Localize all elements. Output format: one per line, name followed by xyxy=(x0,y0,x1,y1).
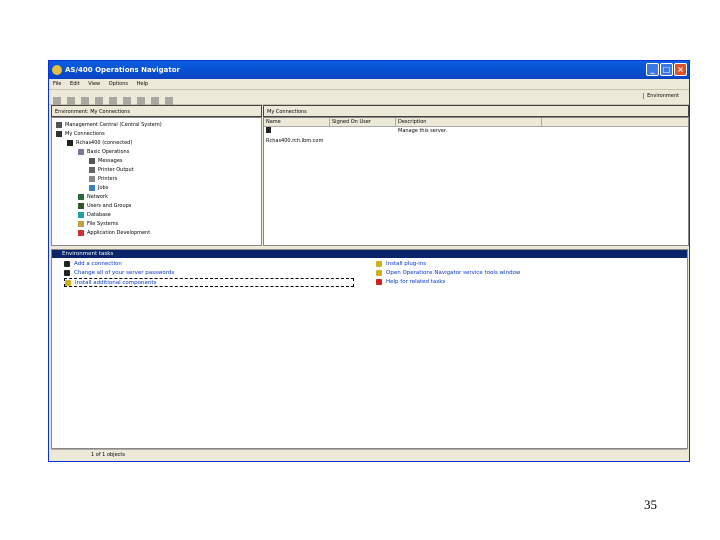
server-icon xyxy=(266,127,271,133)
tree-item-label: Management Central (Central System) xyxy=(65,122,162,128)
task-link[interactable]: Change all of your server passwords xyxy=(64,269,354,278)
tree-node-icon xyxy=(56,130,62,137)
properties-icon[interactable] xyxy=(123,97,131,105)
task-icon xyxy=(376,260,382,267)
task-link[interactable]: Add a connection xyxy=(64,260,354,269)
tree-item-label: My Connections xyxy=(65,131,105,137)
tree-item[interactable]: Basic Operations xyxy=(52,148,261,157)
tree-node-icon xyxy=(89,175,95,182)
tree-node-icon xyxy=(78,229,84,236)
connections-list: Name Signed On User Description Rchas400… xyxy=(263,117,689,246)
paste-icon[interactable] xyxy=(95,97,103,105)
tree-item-label: Rchas400 (connected) xyxy=(76,140,133,146)
menu-edit[interactable]: Edit xyxy=(70,81,80,87)
cut-icon[interactable] xyxy=(67,97,75,105)
row-name: Rchas400.rch.ibm.com xyxy=(266,138,324,144)
app-icon xyxy=(52,65,62,75)
tree-item[interactable]: Application Development xyxy=(52,229,261,238)
tree-node-icon xyxy=(89,184,95,191)
maximize-button[interactable]: □ xyxy=(660,63,673,76)
page-number: 35 xyxy=(644,497,657,512)
tree-item-label: Messages xyxy=(98,158,123,164)
tree-item[interactable]: Network xyxy=(52,193,261,202)
tree-item[interactable]: Jobs xyxy=(52,184,261,193)
environment-label: Environment xyxy=(643,93,679,99)
tree-item[interactable]: Management Central (Central System) xyxy=(52,121,261,130)
tree-item-label: File Systems xyxy=(87,221,119,227)
minimize-button[interactable]: _ xyxy=(646,63,659,76)
row-description: Manage this server. xyxy=(398,128,448,134)
tree-node-icon xyxy=(78,148,84,155)
task-label: Install plug-ins xyxy=(386,261,427,267)
menu-help[interactable]: Help xyxy=(137,81,148,87)
tree-item[interactable]: Printer Output xyxy=(52,166,261,175)
task-label: Open Operations Navigator service tools … xyxy=(386,270,521,276)
tree-item[interactable]: Rchas400 (connected) xyxy=(52,139,261,148)
tree-item[interactable]: Messages xyxy=(52,157,261,166)
tree-item[interactable]: Users and Groups xyxy=(52,202,261,211)
tree-node-icon xyxy=(78,211,84,218)
tree-item[interactable]: Printers xyxy=(52,175,261,184)
task-link[interactable]: Install plug-ins xyxy=(376,260,520,269)
menu-view[interactable]: View xyxy=(88,81,100,87)
tree-item-label: Application Development xyxy=(87,230,151,236)
task-label: Help for related tasks xyxy=(386,279,446,285)
view-icon[interactable] xyxy=(151,97,159,105)
column-name[interactable]: Name xyxy=(264,118,330,126)
tree-item[interactable]: My Connections xyxy=(52,130,261,139)
delete-icon[interactable] xyxy=(109,97,117,105)
tree-item[interactable]: File Systems xyxy=(52,220,261,229)
task-link[interactable]: Help for related tasks xyxy=(376,278,520,287)
tree-item-label: Printers xyxy=(98,176,118,182)
tree-node-icon xyxy=(78,193,84,200)
tree-item[interactable]: Database xyxy=(52,211,261,220)
task-link[interactable]: Install additional components xyxy=(64,278,354,287)
tree-node-icon xyxy=(78,220,84,227)
tree-item-label: Jobs xyxy=(98,185,109,191)
tree-node-icon xyxy=(89,166,95,173)
navigation-tree: Management Central (Central System) My Co… xyxy=(51,117,262,246)
list-header: Name Signed On User Description xyxy=(264,118,688,127)
tree-item-label: Printer Output xyxy=(98,167,134,173)
taskpad: Environment tasks Add a connection Change… xyxy=(51,249,688,449)
refresh-icon[interactable] xyxy=(137,97,145,105)
tree-item-label: Network xyxy=(87,194,108,200)
task-icon xyxy=(376,269,382,276)
task-label: Change all of your server passwords xyxy=(74,270,175,276)
tree-item-label: Basic Operations xyxy=(87,149,130,155)
operations-navigator-window: AS/400 Operations Navigator _ □ × File E… xyxy=(48,60,690,462)
tree-node-icon xyxy=(67,139,73,146)
task-link[interactable]: Open Operations Navigator service tools … xyxy=(376,269,520,278)
title-bar: AS/400 Operations Navigator _ □ × xyxy=(49,61,689,79)
tree-item-label: Database xyxy=(87,212,111,218)
column-description[interactable]: Description xyxy=(396,118,542,126)
taskpad-header: Environment tasks xyxy=(52,250,687,258)
stop-icon[interactable] xyxy=(165,97,173,105)
tree-item-label: Users and Groups xyxy=(87,203,132,209)
menu-file[interactable]: File xyxy=(53,81,61,87)
menu-bar: File Edit View Options Help xyxy=(49,79,689,89)
left-pane-header: Environment: My Connections xyxy=(51,105,262,117)
row-user xyxy=(330,127,396,136)
task-icon xyxy=(376,278,382,285)
connect-icon[interactable] xyxy=(53,97,61,105)
task-icon xyxy=(65,279,71,286)
task-icon xyxy=(64,269,70,276)
window-title: AS/400 Operations Navigator xyxy=(65,66,180,74)
list-row[interactable]: Rchas400.rch.ibm.com Manage this server. xyxy=(264,127,688,144)
task-icon xyxy=(64,260,70,267)
copy-icon[interactable] xyxy=(81,97,89,105)
tree-node-icon xyxy=(78,202,84,209)
status-bar: 1 of 1 objects xyxy=(51,449,687,459)
toolbar: Environment xyxy=(49,89,689,105)
tree-node-icon xyxy=(89,157,95,164)
close-button[interactable]: × xyxy=(674,63,687,76)
tree-node-icon xyxy=(56,121,62,128)
status-text: 1 of 1 objects xyxy=(91,452,125,458)
right-pane-header: My Connections xyxy=(263,105,689,117)
task-label: Add a connection xyxy=(74,261,122,267)
menu-options[interactable]: Options xyxy=(109,81,128,87)
column-signed-on-user[interactable]: Signed On User xyxy=(330,118,396,126)
task-label: Install additional components xyxy=(75,280,157,286)
